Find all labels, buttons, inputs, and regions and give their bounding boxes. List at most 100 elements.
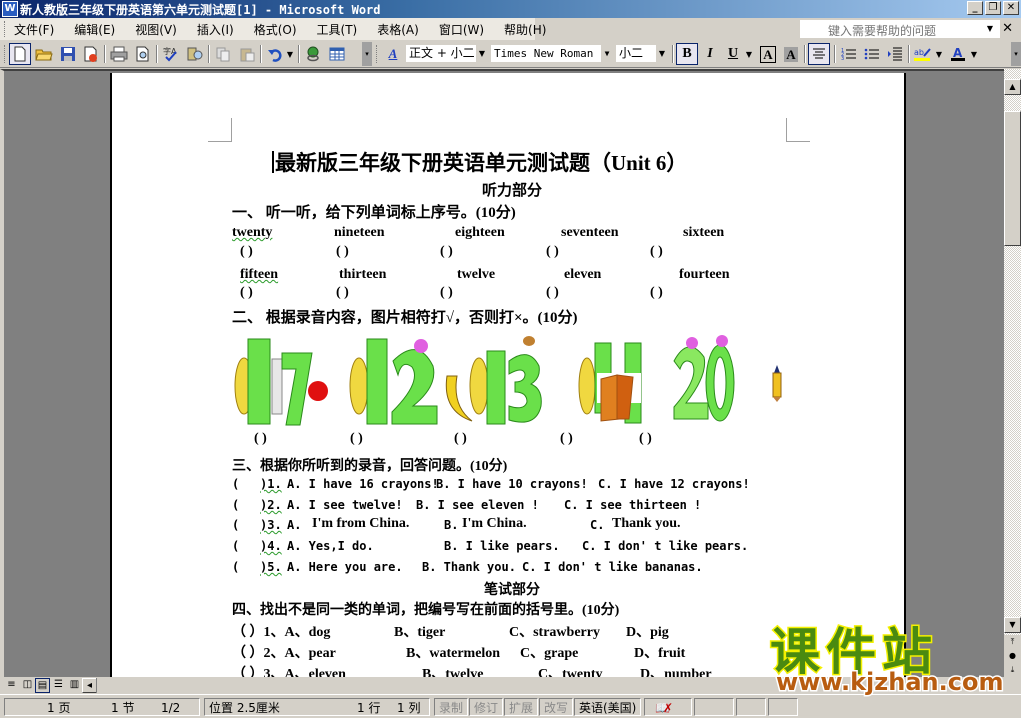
status-record[interactable]: 录制 bbox=[434, 698, 469, 716]
highlight-dropdown-icon[interactable]: ▼ bbox=[934, 43, 944, 65]
undo-button[interactable] bbox=[264, 43, 286, 65]
picture-answer-blank[interactable]: ( ) bbox=[560, 431, 573, 447]
answer-blank[interactable]: ( ) bbox=[546, 244, 559, 260]
insert-table-button[interactable] bbox=[326, 43, 348, 65]
outline-view-icon[interactable]: ☰ bbox=[51, 678, 66, 693]
status-overtype[interactable]: 改写 bbox=[539, 698, 574, 716]
numbering-button[interactable]: 123 bbox=[838, 43, 860, 65]
status-track-changes[interactable]: 修订 bbox=[469, 698, 504, 716]
spelling-status-button[interactable]: 📖 ✗ bbox=[644, 698, 692, 716]
menu-format[interactable]: 格式(O) bbox=[254, 21, 297, 38]
answer-blank[interactable]: ( ) bbox=[240, 244, 253, 260]
menu-edit[interactable]: 编辑(E) bbox=[74, 21, 115, 38]
underline-button[interactable]: U bbox=[722, 43, 744, 65]
normal-view-icon[interactable]: ≡ bbox=[4, 678, 19, 693]
print-preview-button[interactable] bbox=[132, 43, 154, 65]
undo-dropdown-icon[interactable]: ▼ bbox=[285, 43, 295, 65]
answer-open-paren[interactable]: ( bbox=[232, 518, 239, 532]
paste-button[interactable] bbox=[236, 43, 258, 65]
print-layout-view-icon[interactable]: ▤ bbox=[35, 678, 50, 693]
question-with-option-a: （ ）2、A、pear bbox=[232, 646, 336, 661]
answer-open-paren[interactable]: ( bbox=[232, 498, 239, 512]
document-page[interactable]: 最新版三年级下册英语单元测试题（Unit 6） 听力部分 一、 听一听，给下列单… bbox=[110, 73, 906, 679]
word-app-icon[interactable]: W bbox=[2, 1, 18, 17]
close-document-icon[interactable]: ✕ bbox=[1002, 21, 1013, 36]
align-center-button[interactable] bbox=[808, 43, 830, 65]
style-combo[interactable]: 正文 + 小二 ▼ bbox=[405, 44, 489, 63]
new-document-button[interactable] bbox=[9, 43, 31, 65]
font-size-dropdown-icon[interactable]: ▼ bbox=[656, 45, 668, 62]
web-layout-view-icon[interactable]: ◫ bbox=[20, 678, 35, 693]
char-shading-button[interactable]: A bbox=[780, 43, 802, 65]
increase-indent-button[interactable] bbox=[884, 43, 906, 65]
answer-blank[interactable]: ( ) bbox=[440, 285, 453, 301]
answer-blank[interactable]: ( ) bbox=[650, 285, 663, 301]
picture-answer-blank[interactable]: ( ) bbox=[350, 431, 363, 447]
menu-view[interactable]: 视图(V) bbox=[135, 21, 177, 38]
menubar-grip[interactable] bbox=[4, 21, 7, 37]
bullets-button[interactable] bbox=[861, 43, 883, 65]
underline-dropdown-icon[interactable]: ▼ bbox=[744, 43, 754, 65]
scroll-up-button[interactable]: ▲ bbox=[1004, 79, 1021, 95]
toolbar-options-icon[interactable]: ▾ bbox=[1011, 42, 1021, 66]
hyperlink-button[interactable] bbox=[302, 43, 324, 65]
open-button[interactable] bbox=[33, 43, 55, 65]
open-folder-icon bbox=[35, 49, 53, 61]
menu-window[interactable]: 窗口(W) bbox=[439, 21, 484, 38]
styles-formatting-button[interactable]: A bbox=[382, 43, 404, 65]
answer-open-paren[interactable]: ( bbox=[232, 477, 239, 491]
menu-table[interactable]: 表格(A) bbox=[377, 21, 419, 38]
picture-answer-blank[interactable]: ( ) bbox=[639, 431, 652, 447]
print-button[interactable] bbox=[108, 43, 130, 65]
status-extend[interactable]: 扩展 bbox=[504, 698, 539, 716]
scroll-thumb[interactable] bbox=[1004, 111, 1021, 246]
research-button[interactable] bbox=[184, 43, 206, 65]
font-size-combo[interactable]: 小二 ▼ bbox=[615, 44, 669, 63]
scroll-down-button[interactable]: ▼ bbox=[1004, 617, 1021, 633]
menu-help[interactable]: 帮助(H) bbox=[504, 21, 546, 38]
answer-blank[interactable]: ( ) bbox=[650, 244, 663, 260]
copy-button[interactable] bbox=[212, 43, 234, 65]
menu-file[interactable]: 文件(F) bbox=[14, 21, 54, 38]
menu-tools[interactable]: 工具(T) bbox=[317, 21, 358, 38]
picture-answer-blank[interactable]: ( ) bbox=[454, 431, 467, 447]
answer-blank[interactable]: ( ) bbox=[240, 285, 253, 301]
question-number: )4. bbox=[260, 539, 282, 553]
style-dropdown-icon[interactable]: ▼ bbox=[476, 45, 488, 62]
status-language[interactable]: 英语(美国) bbox=[574, 698, 642, 716]
font-color-button[interactable]: A bbox=[947, 43, 969, 65]
highlight-button[interactable]: ab bbox=[912, 43, 934, 65]
restore-button[interactable]: ❐ bbox=[985, 1, 1001, 15]
answer-open-paren[interactable]: ( bbox=[232, 560, 239, 574]
scroll-left-button[interactable]: ◂ bbox=[82, 678, 97, 693]
permission-button[interactable] bbox=[80, 43, 102, 65]
font-dropdown-icon[interactable]: ▼ bbox=[601, 45, 613, 62]
answer-open-paren[interactable]: ( bbox=[232, 539, 239, 553]
answer-blank[interactable]: ( ) bbox=[440, 244, 453, 260]
italic-button[interactable]: I bbox=[699, 43, 721, 65]
answer-blank[interactable]: ( ) bbox=[546, 285, 559, 301]
close-button[interactable]: ✕ bbox=[1003, 1, 1019, 15]
minimize-button[interactable]: _ bbox=[967, 1, 983, 15]
menu-insert[interactable]: 插入(I) bbox=[197, 21, 234, 38]
toolbar-grip[interactable] bbox=[376, 45, 377, 63]
answer-blank[interactable]: ( ) bbox=[336, 285, 349, 301]
save-button[interactable] bbox=[57, 43, 79, 65]
spelling-button[interactable]: 字A bbox=[160, 43, 182, 65]
bold-button[interactable]: B bbox=[676, 43, 698, 65]
vertical-scrollbar[interactable]: ▲ ▼ ⤒ ● ⤓ bbox=[1004, 69, 1021, 679]
status-line: 1 行 bbox=[357, 701, 381, 715]
answer-blank[interactable]: ( ) bbox=[336, 244, 349, 260]
picture-answer-blank[interactable]: ( ) bbox=[254, 431, 267, 447]
reading-layout-view-icon[interactable]: ▥ bbox=[67, 678, 82, 693]
help-question-input[interactable] bbox=[800, 22, 980, 40]
font-color-dropdown-icon[interactable]: ▼ bbox=[969, 43, 979, 65]
option-b: B、watermelon bbox=[406, 646, 501, 661]
help-dropdown-icon[interactable]: ▼ bbox=[987, 24, 993, 33]
option-b: B. I see eleven ! bbox=[416, 498, 539, 512]
font-combo[interactable]: Times New Roman ▼ bbox=[490, 44, 614, 63]
toolbar-grip[interactable] bbox=[4, 45, 5, 63]
toolbar-options-icon[interactable]: ▾ bbox=[362, 42, 372, 66]
next-page-button[interactable]: ⤓ bbox=[1004, 663, 1021, 679]
char-border-button[interactable]: A bbox=[757, 43, 779, 65]
